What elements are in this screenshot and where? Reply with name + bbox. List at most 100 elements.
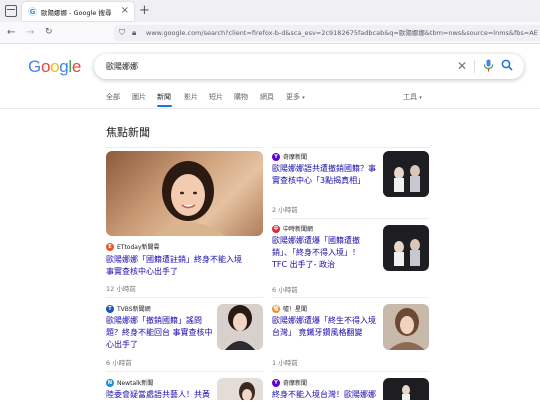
- news-headline[interactable]: 歐陽娜娜遭爆「終生不得入境 台灣」 竟鐵牙鑽風格翻變: [272, 315, 384, 339]
- headline-line: 心出手了: [106, 340, 138, 349]
- header-divider: [0, 108, 540, 109]
- news-headline[interactable]: 歐陽娜娜遭爆「國籍遭撤 銷」、「終身不得入境」！ TFC 出手了- 政治: [272, 235, 380, 271]
- headline-line: 歐陽娜娜遭爆「國籍遭撤: [272, 236, 360, 245]
- forward-arrow-icon[interactable]: →: [26, 25, 34, 40]
- section-title: 焦點新聞: [106, 126, 150, 139]
- card-divider: [106, 147, 263, 148]
- headline-line: TFC 出手了- 政治: [272, 260, 336, 269]
- filter-more-label: 更多: [286, 93, 300, 101]
- url-bar[interactable]: ⛉ 🔒︎ www.google.com/search?client=firefo…: [114, 25, 540, 41]
- browser-nav-bar: ← → ↻ ⛉ 🔒︎ www.google.com/search?client=…: [0, 22, 540, 44]
- filter-more[interactable]: 更多 ▾: [286, 90, 305, 105]
- news-thumbnail[interactable]: [217, 378, 263, 400]
- news-headline[interactable]: 歐陽娜娜「撤銷國籍」謠問 題？終身不能回台 事實查核中 心出手了: [106, 315, 216, 351]
- source-logo-icon: T: [106, 304, 114, 313]
- source-logo-icon: 噓: [272, 304, 280, 313]
- source-name: Newtalk新聞: [117, 380, 154, 387]
- card-divider: [106, 297, 263, 298]
- news-thumbnail[interactable]: [383, 225, 429, 271]
- news-age: 2 小時前: [272, 206, 298, 214]
- source-name: 中時新聞網: [283, 226, 314, 233]
- back-arrow-icon[interactable]: ←: [7, 25, 15, 40]
- news-age: 12 小時前: [106, 285, 136, 293]
- news-thumbnail[interactable]: [383, 304, 429, 350]
- news-source: 中 中時新聞網: [272, 224, 313, 233]
- news-headline[interactable]: 歐陽娜娜「國籍遭註銷」終身不能入境 事實查核中心出手了: [106, 254, 266, 278]
- news-age: 1 小時前: [272, 359, 298, 367]
- new-tab-icon[interactable]: +: [139, 2, 150, 19]
- news-thumbnail[interactable]: [383, 378, 429, 400]
- filter-shopping[interactable]: 購物: [234, 90, 248, 104]
- browser-tab-bar: G 歐陽娜娜 - Google 搜尋 × +: [0, 0, 540, 22]
- url-text[interactable]: www.google.com/search?client=firefox-b-d…: [146, 28, 538, 38]
- google-logo[interactable]: Google: [28, 57, 81, 77]
- headline-line: 實查核中心「3點揭真相」: [272, 176, 366, 185]
- tab-title: 歐陽娜娜 - Google 搜尋: [41, 8, 112, 17]
- filter-all[interactable]: 全部: [106, 90, 120, 104]
- source-name: 奇摩新聞: [283, 380, 308, 387]
- news-thumbnail[interactable]: [383, 151, 429, 197]
- source-logo-icon: 中: [272, 224, 280, 233]
- headline-line: 終身不能入境台灣！歐陽娜娜: [272, 390, 376, 399]
- filter-videos[interactable]: 影片: [184, 90, 198, 104]
- news-headline[interactable]: 陸委會疑當處語共藝人！共黃: [106, 389, 216, 401]
- search-input[interactable]: 歐陽娜娜: [106, 61, 138, 72]
- microphone-icon[interactable]: [483, 59, 494, 76]
- headline-line: 事實查核中心出手了: [106, 267, 178, 276]
- news-age: 6 小時前: [106, 359, 132, 367]
- filter-news[interactable]: 新聞: [157, 90, 171, 104]
- news-thumbnail[interactable]: [217, 304, 263, 350]
- headline-line: 題？終身不能回台 事實查核中: [106, 328, 213, 337]
- card-divider: [106, 371, 263, 372]
- card-divider: [272, 218, 429, 219]
- news-thumbnail[interactable]: [106, 151, 263, 236]
- news-headline[interactable]: 終身不能入境台灣！歐陽娜娜: [272, 389, 384, 401]
- news-source: 噓 噓！星聞: [272, 304, 307, 313]
- filter-shorts[interactable]: 短片: [209, 90, 223, 104]
- source-logo-icon: E: [106, 242, 114, 251]
- chevron-down-icon: ▾: [302, 95, 305, 101]
- headline-line: 歐陽娜娜「撤銷國籍」謠問: [106, 316, 202, 325]
- headline-line: 歐陽娜娜「國籍遭註銷」終身不能入境: [106, 255, 242, 264]
- headline-line: 歐陽娜娜語共遭撤銷國籍？事: [272, 164, 376, 173]
- filter-web[interactable]: 網頁: [260, 90, 274, 104]
- source-name: 噓！星聞: [283, 306, 308, 313]
- source-name: TVBS新聞網: [117, 306, 151, 313]
- search-box[interactable]: 歐陽娜娜 ✕: [94, 54, 524, 79]
- source-logo-icon: Y: [272, 378, 280, 387]
- tools-label: 工具: [403, 93, 417, 101]
- filter-images[interactable]: 圖片: [132, 90, 146, 104]
- headline-line: 銷」、「終身不得入境」！: [272, 248, 360, 257]
- news-source: Y 奇摩新聞: [272, 152, 307, 161]
- headline-line: 陸委會疑當處語共藝人！共黃: [106, 390, 210, 399]
- source-logo-icon: N: [106, 378, 114, 387]
- lock-icon[interactable]: 🔒︎: [132, 28, 136, 38]
- tab-close-icon[interactable]: ×: [121, 5, 129, 17]
- news-source: N Newtalk新聞: [106, 378, 153, 387]
- search-filters: 全部 圖片 新聞 影片 短片 購物 網頁 更多 ▾ 工具 ▾: [0, 90, 540, 107]
- headline-line: 台灣」 竟鐵牙鑽風格翻變: [272, 328, 363, 337]
- news-source: T TVBS新聞網: [106, 304, 151, 313]
- search-divider: [474, 60, 475, 73]
- card-divider: [272, 297, 429, 298]
- news-source: E ETtoday新聞雲: [106, 242, 160, 251]
- clear-icon[interactable]: ✕: [457, 59, 467, 73]
- shield-icon[interactable]: ⛉: [119, 28, 125, 38]
- card-divider: [272, 371, 429, 372]
- browser-tab[interactable]: G 歐陽娜娜 - Google 搜尋 ×: [22, 2, 134, 21]
- source-name: 奇摩新聞: [283, 154, 308, 161]
- headline-line: 歐陽娜娜遭爆「終生不得入境: [272, 316, 376, 325]
- card-divider: [272, 147, 429, 148]
- tab-list-icon[interactable]: [5, 5, 17, 17]
- search-icon[interactable]: [501, 59, 513, 75]
- news-headline[interactable]: 歐陽娜娜語共遭撤銷國籍？事 實查核中心「3點揭真相」: [272, 163, 380, 187]
- news-age: 6 小時前: [272, 286, 298, 294]
- source-logo-icon: Y: [272, 152, 280, 161]
- news-source: Y 奇摩新聞: [272, 378, 307, 387]
- reload-icon[interactable]: ↻: [45, 25, 53, 40]
- tools-button[interactable]: 工具 ▾: [403, 90, 422, 105]
- google-favicon-icon: G: [28, 7, 37, 16]
- active-filter-indicator: [157, 105, 172, 107]
- chevron-down-icon: ▾: [419, 95, 422, 101]
- source-name: ETtoday新聞雲: [117, 244, 160, 251]
